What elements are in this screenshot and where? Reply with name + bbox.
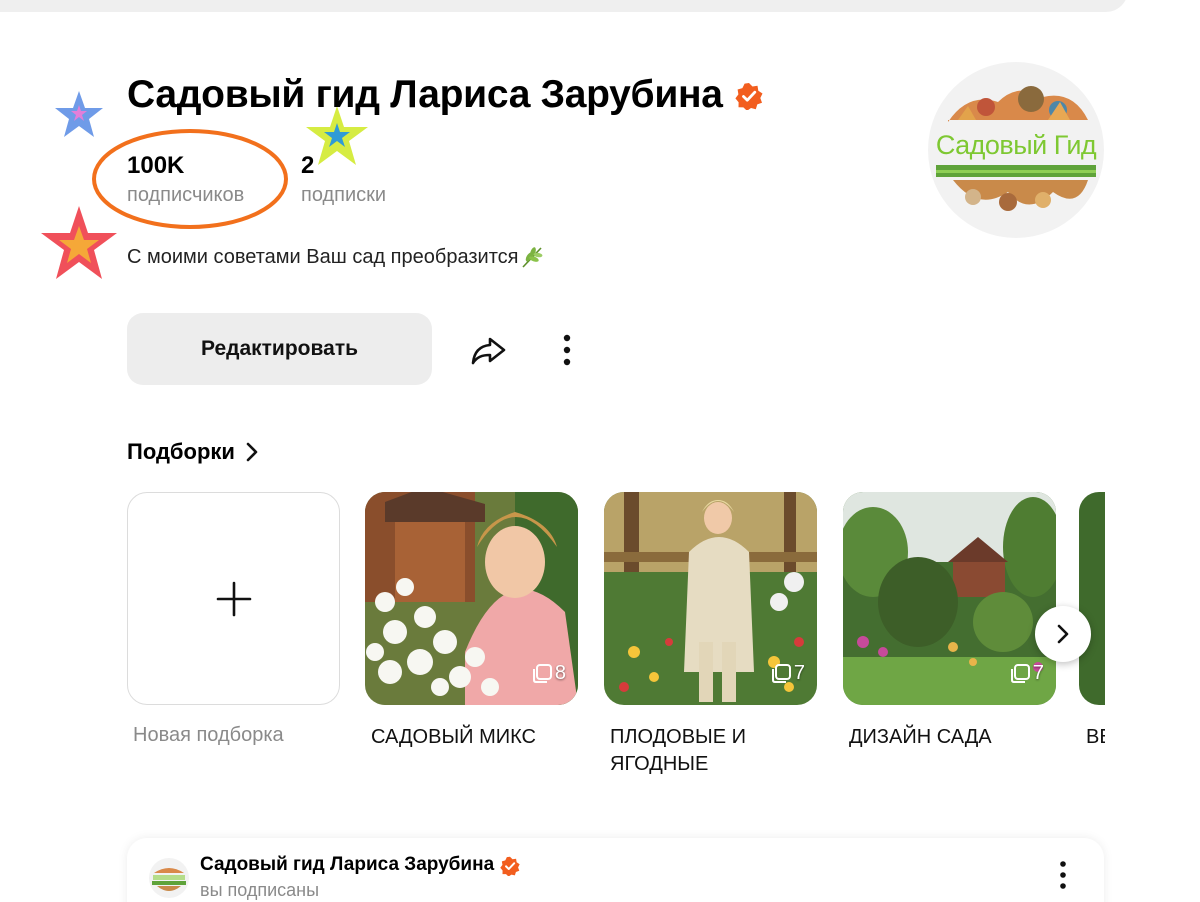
stack-icon bbox=[771, 663, 791, 683]
collection-label-2: ПЛОДОВЫЕ И ЯГОДНЫЕ bbox=[610, 726, 747, 775]
collection-count-value-3: 7 bbox=[1032, 662, 1044, 684]
leaf-icon bbox=[522, 247, 543, 268]
post-author-row: Садовый гид Лариса Зарубина bbox=[200, 854, 520, 876]
following-count: 2 bbox=[301, 152, 315, 179]
profile-avatar[interactable]: Садовый Гид bbox=[928, 62, 1104, 238]
collection-card-3[interactable]: 7 bbox=[843, 492, 1056, 705]
stack-icon bbox=[532, 663, 552, 683]
collection-count-1: 8 bbox=[531, 662, 566, 685]
collection-count-value-2: 7 bbox=[793, 662, 805, 684]
collection-label-4: ВБ bbox=[1086, 726, 1105, 748]
collection-label-3: ДИЗАЙН САДА bbox=[849, 726, 992, 748]
collection-card-1[interactable]: 8 bbox=[365, 492, 578, 705]
post-author-name[interactable]: Садовый гид Лариса Зарубина bbox=[200, 854, 494, 876]
verified-icon bbox=[500, 856, 520, 876]
new-collection-card[interactable] bbox=[127, 492, 340, 705]
collections-title: Подборки bbox=[127, 439, 235, 464]
more-options-icon[interactable] bbox=[554, 330, 580, 370]
collection-count-2: 7 bbox=[770, 662, 805, 685]
collection-count-value-1: 8 bbox=[554, 662, 566, 684]
collections-header[interactable]: Подборки bbox=[127, 439, 261, 465]
collection-count-3: 7 bbox=[1009, 662, 1044, 685]
chevron-right-icon bbox=[246, 442, 258, 462]
collection-label-1: САДОВЫЙ МИКС bbox=[371, 726, 536, 748]
followers-count: 100K bbox=[127, 152, 185, 179]
profile-name: Садовый гид Лариса Зарубина bbox=[127, 73, 723, 116]
collection-card-2[interactable]: 7 bbox=[604, 492, 817, 705]
collection-card-4[interactable] bbox=[1079, 492, 1105, 705]
following-stat[interactable]: 2 подписки bbox=[301, 152, 386, 207]
followers-stat[interactable]: 100K подписчиков bbox=[127, 152, 244, 207]
share-icon[interactable] bbox=[468, 330, 508, 370]
profile-title-row: Садовый гид Лариса Зарубина bbox=[127, 73, 763, 117]
following-label: подписки bbox=[301, 184, 387, 206]
bio-text: С моими советами Ваш сад преобразится bbox=[127, 245, 519, 268]
avatar-text: Садовый Гид bbox=[935, 130, 1097, 160]
edit-profile-button[interactable]: Редактировать bbox=[127, 313, 432, 385]
plus-icon bbox=[216, 581, 252, 617]
post-author-avatar[interactable] bbox=[149, 858, 189, 898]
stack-icon bbox=[1010, 663, 1030, 683]
more-options-icon[interactable] bbox=[1053, 858, 1073, 892]
top-search-strip bbox=[0, 0, 1128, 12]
followers-label: подписчиков bbox=[127, 184, 245, 206]
profile-bio: С моими советами Ваш сад преобразится bbox=[127, 244, 545, 270]
post-card[interactable]: Садовый гид Лариса Зарубина вы подписаны bbox=[127, 838, 1104, 902]
post-subscription-status: вы подписаны bbox=[200, 880, 320, 900]
chevron-right-icon bbox=[1057, 624, 1069, 644]
collections-next-button[interactable] bbox=[1035, 606, 1091, 662]
verified-icon bbox=[735, 83, 763, 110]
new-collection-label: Новая подборка bbox=[133, 724, 284, 746]
